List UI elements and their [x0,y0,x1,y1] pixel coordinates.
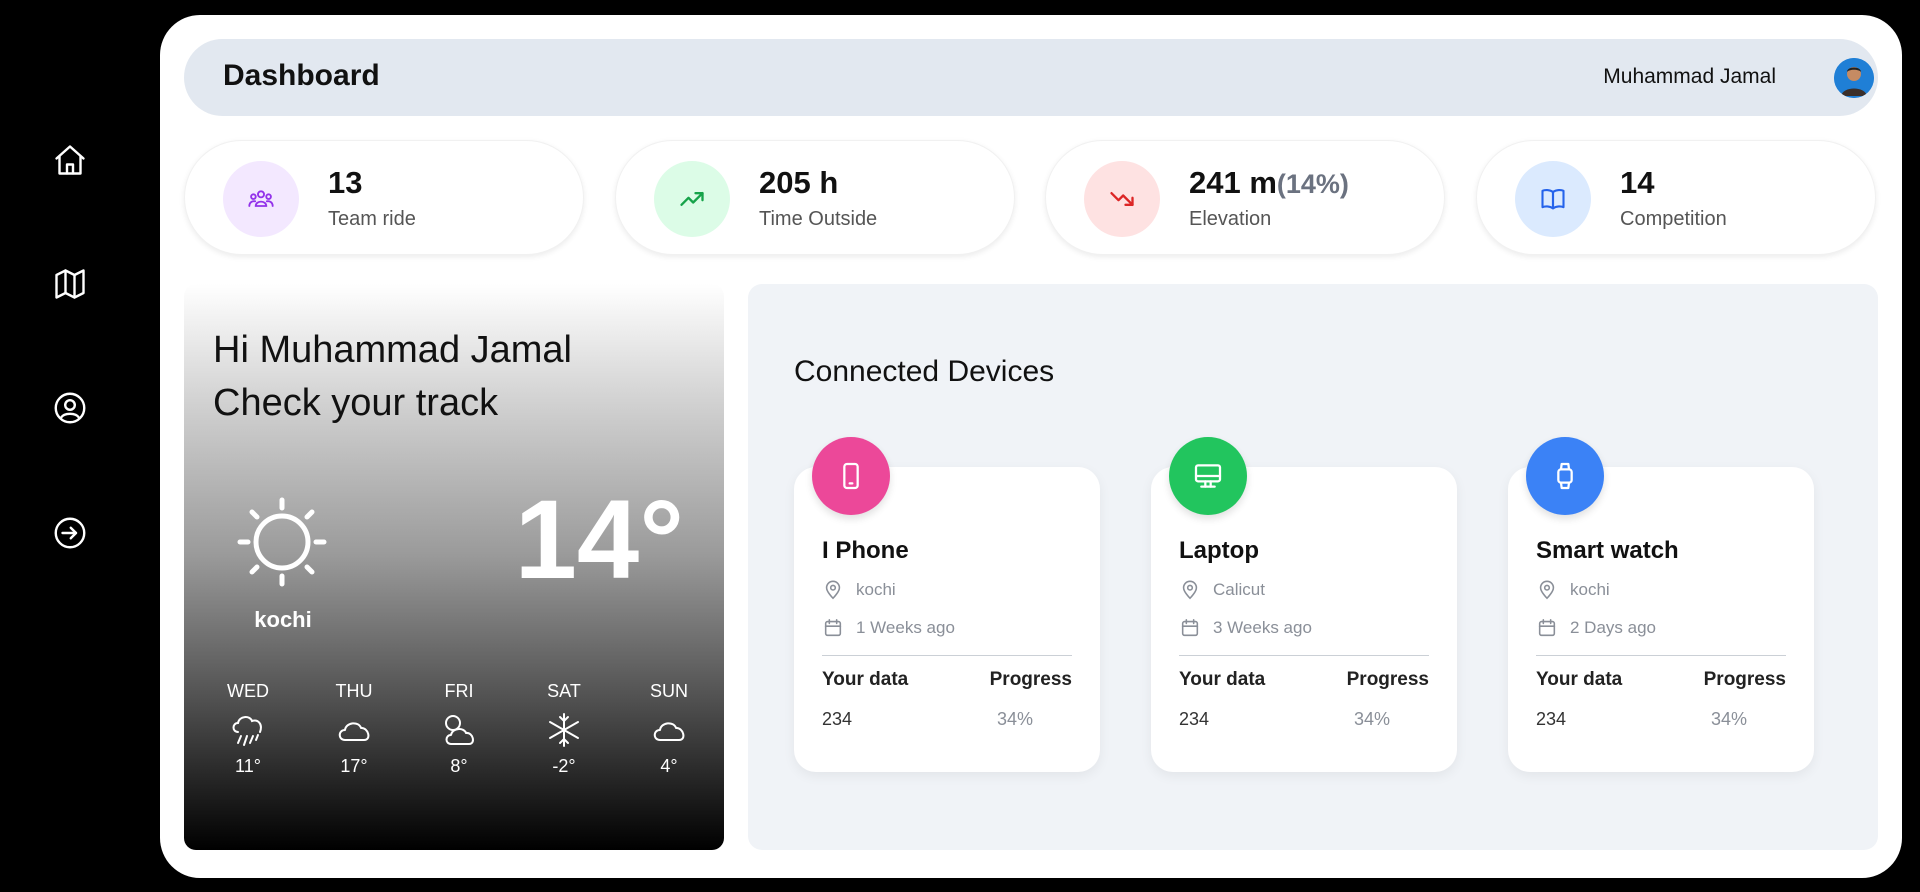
device-location-text: kochi [856,580,896,599]
your-data-value: 234 [822,709,853,729]
section-title: Connected Devices [794,355,1055,388]
weather-card: Hi Muhammad Jamal Check your track kochi… [184,284,724,850]
device-time-text: 2 Days ago [1570,618,1656,637]
stat-card-competition: 14 Competition [1476,140,1876,255]
logout-icon[interactable] [50,513,90,553]
divider [822,655,1072,656]
weather-city: kochi [254,607,312,632]
your-data-value: 234 [1179,709,1210,729]
header: Dashboard Muhammad Jamal [184,39,1878,116]
device-card-iphone[interactable]: I Phone kochi 1 Weeks ago Your data Prog… [794,437,1100,772]
map-icon[interactable] [50,264,90,304]
your-data-label: Your data [1536,669,1623,690]
calendar-icon [1181,618,1199,637]
device-name: Smart watch [1536,537,1679,564]
divider [1536,655,1786,656]
forecast-day: WED 11° [213,681,283,777]
avatar[interactable] [1834,58,1874,98]
stat-value: 14 [1620,165,1655,200]
forecast-day: FRI 8° [424,681,494,777]
device-name: Laptop [1179,537,1259,564]
stat-card-elevation: 241 m(14%) Elevation [1045,140,1445,255]
sidebar [0,0,160,892]
device-location: kochi [822,579,896,601]
forecast-temp: 17° [340,756,368,776]
device-time: 1 Weeks ago [822,617,955,639]
device-card-smart-watch[interactable]: Smart watch kochi 2 Days ago Your data P… [1508,437,1814,772]
progress-value: 34% [1711,709,1748,729]
device-location-text: Calicut [1213,580,1265,599]
forecast-temp: 4° [660,756,678,776]
device-location: Calicut [1179,579,1265,601]
trending-up-icon [654,161,730,237]
stat-label: Elevation [1189,208,1272,230]
forecast-day-label: SUN [649,681,688,701]
rain-cloud-icon [232,716,262,746]
progress-value: 34% [1354,709,1391,729]
your-data-value: 234 [1536,709,1567,729]
divider [1179,655,1429,656]
stat-card-team-ride: 13 Team ride [184,140,584,255]
forecast-day: SUN 4° [634,681,704,777]
calendar-icon [1538,618,1556,637]
book-icon [1515,161,1591,237]
progress-label: Progress [989,669,1072,690]
progress-label: Progress [1703,669,1786,690]
page-title: Dashboard [223,59,380,92]
your-data-label: Your data [1179,669,1266,690]
device-time-text: 3 Weeks ago [1213,618,1312,637]
main-panel: Dashboard Muhammad Jamal 13 Team ride 20… [160,15,1902,878]
location-pin-icon [1539,580,1555,600]
stat-label: Team ride [328,208,416,230]
stat-value: 205 h [759,165,839,200]
device-location: kochi [1536,579,1610,601]
device-name: I Phone [822,537,909,564]
device-location-text: kochi [1570,580,1610,599]
location-pin-icon [825,580,841,600]
forecast-day-label: WED [227,681,269,701]
user-circle-icon[interactable] [50,388,90,428]
calendar-icon [824,618,842,637]
greeting-line-2: Check your track [213,382,499,424]
weather-temperature: 14° [514,477,684,602]
forecast-day: SAT -2° [529,681,599,777]
user-name: Muhammad Jamal [1603,65,1776,88]
forecast-day-label: FRI [444,681,474,701]
progress-value: 34% [997,709,1034,729]
location-pin-icon [1182,580,1198,600]
stat-card-time-outside: 205 h Time Outside [615,140,1015,255]
stat-value-number: 241 m [1189,165,1277,200]
laptop-icon [1169,437,1247,515]
stat-value: 241 m(14%) [1189,165,1349,201]
forecast-temp: 11° [235,756,261,776]
snowflake-icon [549,713,579,747]
forecast-temp: 8° [450,756,468,776]
phone-icon [812,437,890,515]
forecast-day-label: SAT [547,681,581,701]
stat-label: Competition [1620,208,1727,230]
stat-value-percent: (14%) [1276,169,1349,199]
your-data-label: Your data [822,669,909,690]
greeting-line-1: Hi Muhammad Jamal [213,329,572,371]
progress-label: Progress [1346,669,1429,690]
forecast-day: THU 17° [319,681,389,777]
watch-icon [1526,437,1604,515]
trending-down-icon [1084,161,1160,237]
device-time: 3 Weeks ago [1179,617,1312,639]
device-time: 2 Days ago [1536,617,1656,639]
greeting: Hi Muhammad Jamal Check your track [213,324,572,430]
device-card-laptop[interactable]: Laptop Calicut 3 Weeks ago Your data Pro… [1151,437,1457,772]
forecast-day-label: THU [335,681,373,701]
team-icon [223,161,299,237]
device-time-text: 1 Weeks ago [856,618,955,637]
connected-devices-panel: Connected Devices I Phone kochi 1 Weeks … [748,284,1878,850]
cloud-icon [653,722,685,741]
home-icon[interactable] [50,140,90,180]
sun-cloud-icon [445,715,474,745]
forecast-temp: -2° [552,756,576,776]
sun-icon [237,497,327,587]
cloud-icon [338,722,370,741]
stat-label: Time Outside [759,208,878,230]
stat-value: 13 [328,165,363,200]
